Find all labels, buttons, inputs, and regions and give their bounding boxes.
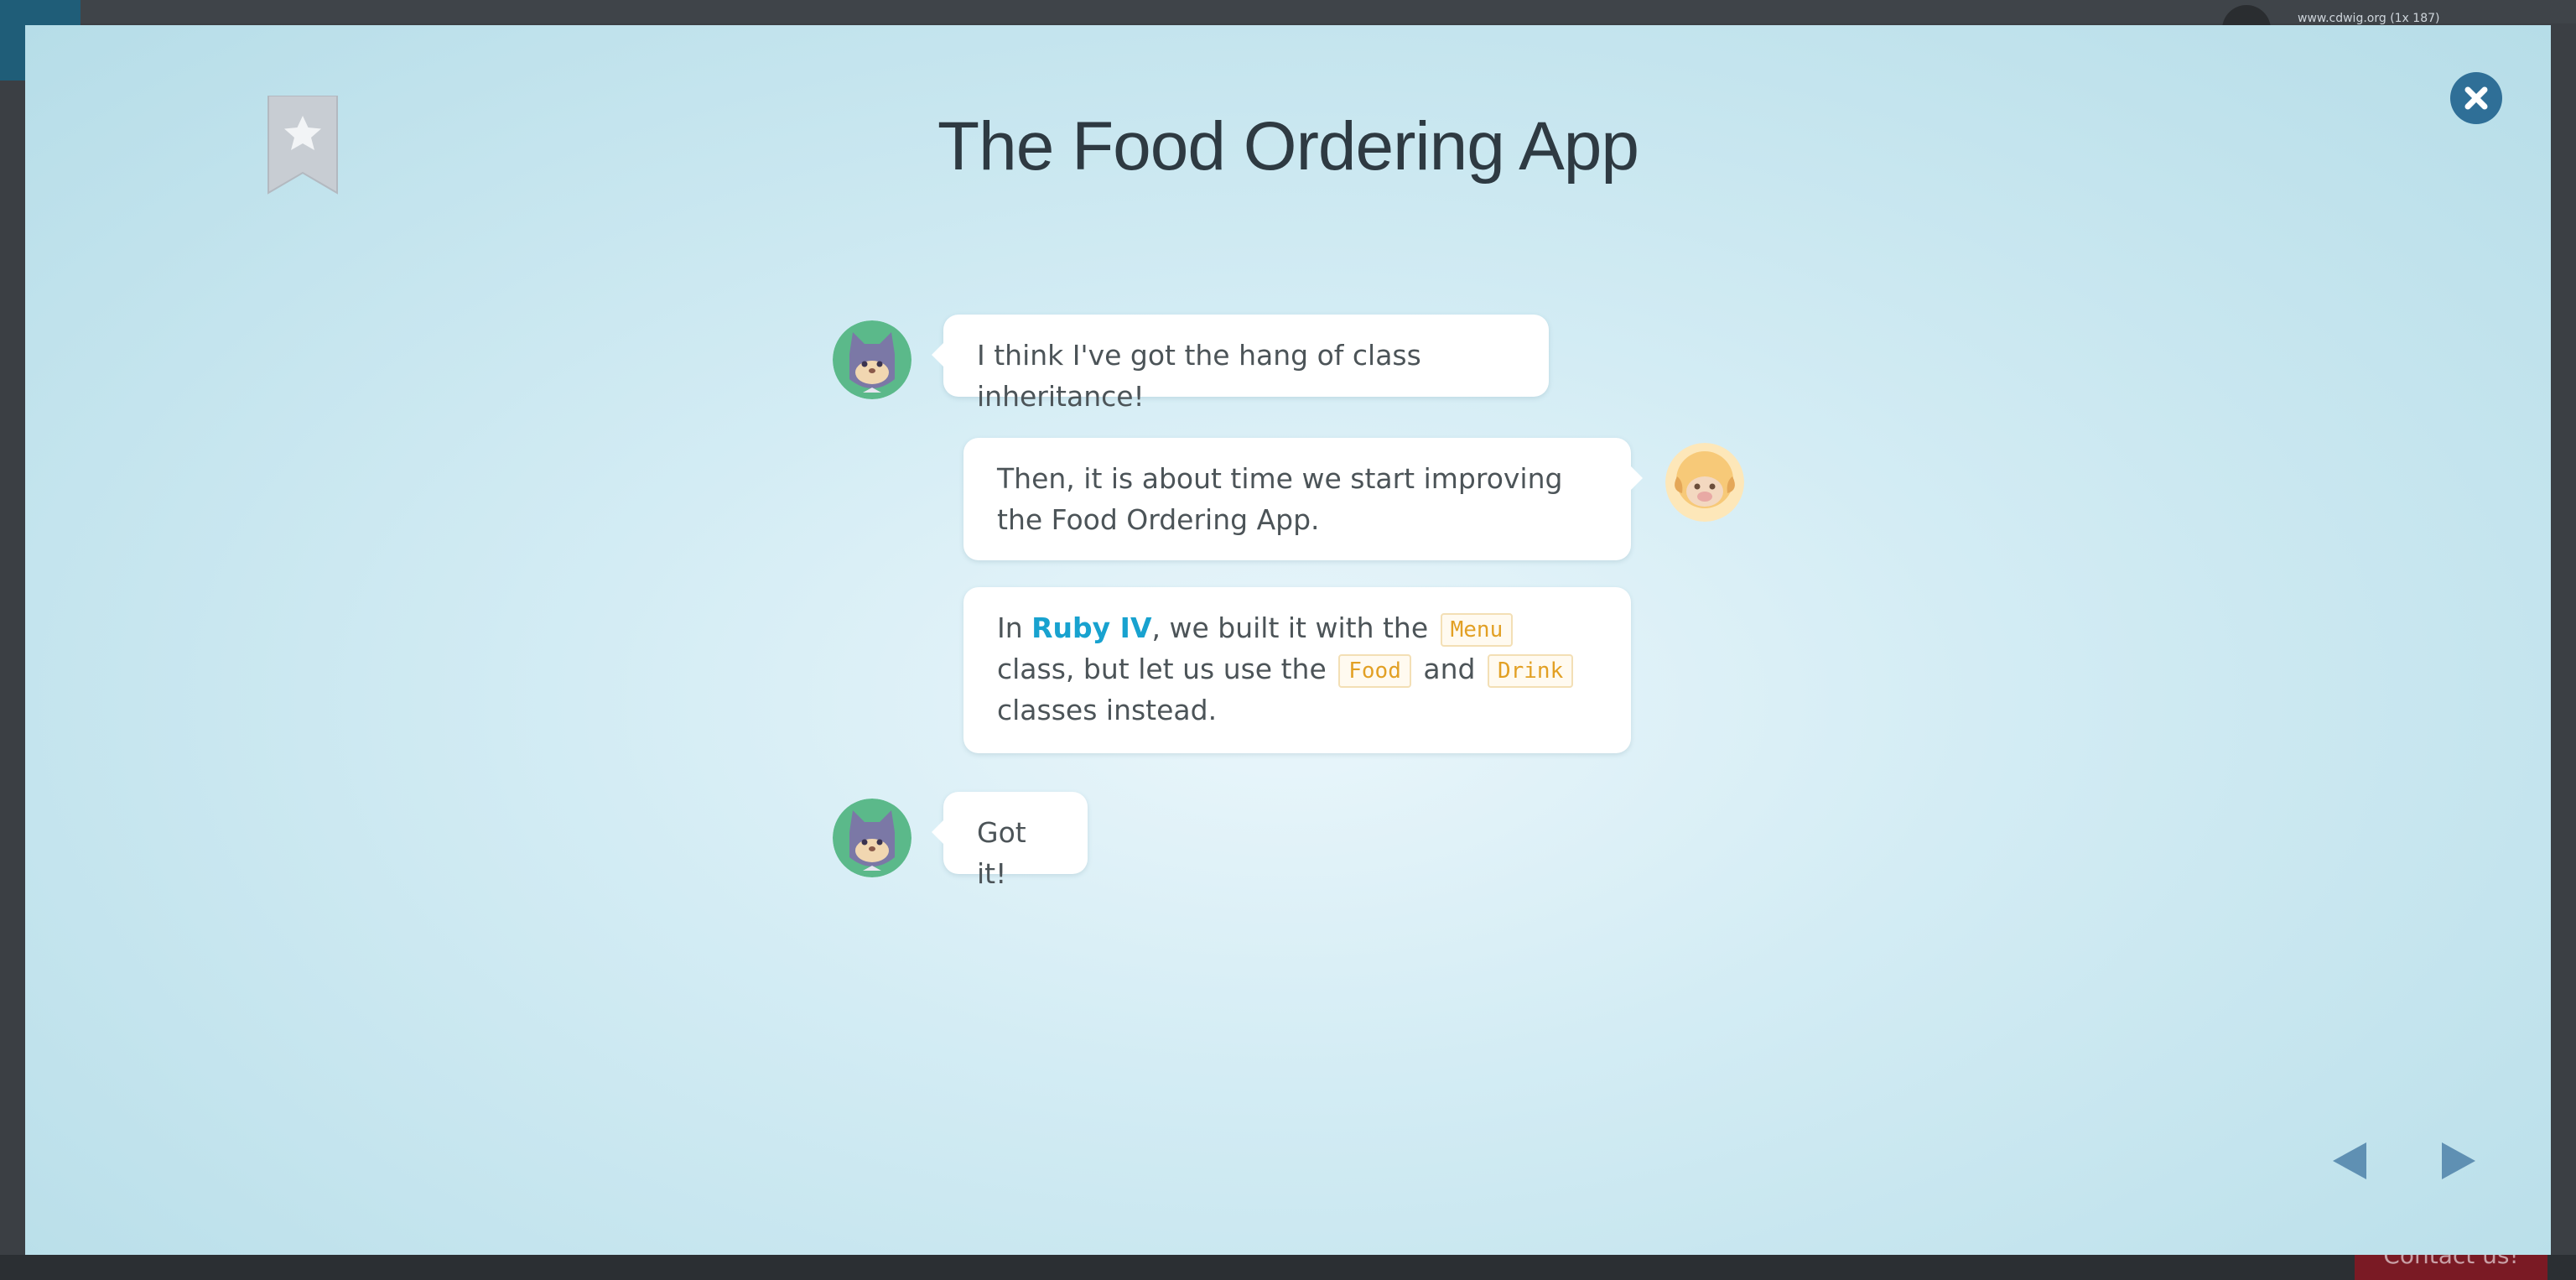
code-snippet-food: Food [1338,653,1411,688]
chat-bubble-cat: Got it! [932,792,1088,890]
prev-button[interactable] [2328,1136,2378,1186]
chat-bubble-sheep: In Ruby IV, we built it with the Menu cl… [963,587,1631,753]
arrow-left-icon [2333,1142,2366,1179]
arrow-right-icon [2442,1142,2475,1179]
chat-bubble-sheep: Then, it is about time we start improvin… [963,438,1643,560]
message-text-part: In [997,611,1032,644]
message-text-part: , we built it with the [1151,611,1437,644]
next-button[interactable] [2430,1136,2480,1186]
page-title: The Food Ordering App [937,108,1639,185]
code-snippet-menu: Menu [1440,612,1514,647]
background-topbar [0,0,2576,23]
message-text: Got it! [977,816,1026,890]
message-text-part: class, but let us use the [997,653,1336,685]
chat-bubble-cat: I think I've got the hang of class inher… [932,315,1549,413]
message-text-part: and [1414,653,1484,685]
background-bottom-bar [0,1255,2576,1280]
code-snippet-drink: Drink [1487,653,1574,688]
message-text-part: classes instead. [997,694,1218,726]
message-text: Then, it is about time we start improvin… [997,462,1563,536]
cat-avatar [833,320,911,399]
lesson-modal: The Food Ordering App I think I've got t… [25,25,2551,1255]
cat-avatar [833,799,911,877]
background-url-text: www.cdwig.org (1x 187) [2298,12,2440,25]
sheep-avatar [1665,443,1744,522]
message-text: I think I've got the hang of class inher… [977,339,1421,413]
ruby-iv-link[interactable]: Ruby IV [1031,611,1151,644]
